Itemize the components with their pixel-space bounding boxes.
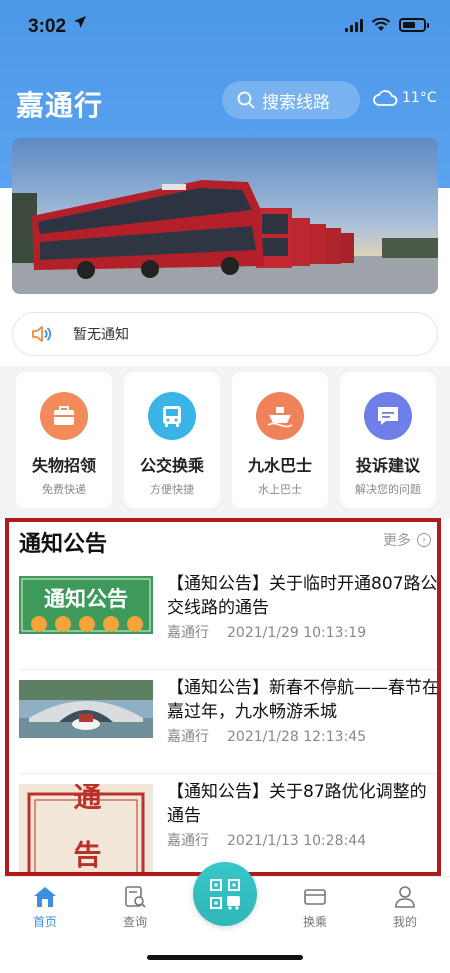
complaint-card[interactable]: 投诉建议 解决您的问题 — [340, 372, 436, 508]
ship-icon — [256, 392, 304, 440]
search-placeholder: 搜索线路 — [262, 92, 330, 113]
announcement-thumbnail: 通告 — [19, 784, 153, 876]
home-indicator — [147, 955, 303, 960]
announcement-datetime: 2021/1/13 10:28:44 — [227, 833, 367, 849]
announcement-thumbnail — [19, 680, 153, 738]
bus-transfer-card[interactable]: 公交换乘 方便快捷 — [124, 372, 220, 508]
cloud-icon — [373, 90, 398, 106]
announcement-thumbnail: 通知公告 — [19, 576, 153, 634]
card-icon — [304, 889, 326, 905]
notice-bar[interactable]: 暂无通知 — [12, 312, 438, 356]
app-title: 嘉通行 — [16, 89, 104, 122]
card-title: 投诉建议 — [355, 456, 420, 475]
temperature: 11°C — [402, 90, 437, 106]
water-bus-card[interactable]: 九水巴士 水上巴士 — [232, 372, 328, 508]
announcement-meta: 嘉通行 2021/1/28 12:13:45 — [167, 726, 366, 746]
card-subtitle: 解决您的问题 — [355, 483, 421, 496]
status-time: 3:02 — [28, 16, 67, 37]
scan-qr-button[interactable] — [193, 862, 257, 926]
search-bar[interactable]: 搜索线路 — [222, 81, 360, 119]
bus-icon — [148, 392, 196, 440]
announcement-item[interactable]: 通告 【通知公告】关于87路优化调整的通告 嘉通行 2021/1/13 10:28… — [19, 774, 437, 876]
status-bar: 3:02 — [0, 0, 450, 52]
document-search-icon — [125, 886, 146, 908]
bag-icon — [40, 392, 88, 440]
thumb-text: 通知公告 — [44, 587, 128, 611]
tab-label: 换乘 — [302, 915, 327, 929]
announcement-item[interactable]: 【通知公告】新春不停航——春节在嘉过年，九水畅游禾城 嘉通行 2021/1/28 … — [19, 670, 437, 774]
announcement-datetime: 2021/1/29 10:13:19 — [227, 625, 367, 641]
announcement-meta: 嘉通行 2021/1/13 10:28:44 — [167, 830, 366, 850]
tab-transfer[interactable]: 换乘 — [280, 885, 350, 930]
card-subtitle: 方便快捷 — [150, 483, 194, 496]
card-subtitle: 水上巴士 — [258, 483, 302, 496]
banner-image[interactable] — [12, 138, 438, 294]
speaker-icon — [32, 326, 52, 342]
lost-and-found-card[interactable]: 失物招领 免费快递 — [16, 372, 112, 508]
announcements-section: 通知公告 更多 › 通知公告 【通知公告】关于临时开通807路公交线路的通告 嘉… — [5, 518, 441, 876]
announcement-datetime: 2021/1/28 12:13:45 — [227, 729, 367, 745]
card-title: 失物招领 — [31, 456, 96, 475]
cellular-signal-icon — [345, 18, 363, 32]
more-link[interactable]: 更多 › — [383, 530, 431, 550]
announcement-source: 嘉通行 — [167, 729, 209, 745]
tab-query[interactable]: 查询 — [100, 885, 170, 930]
tab-mine[interactable]: 我的 — [370, 885, 440, 930]
chevron-right-icon: › — [417, 533, 431, 547]
thumb-text: 通告 — [70, 784, 103, 876]
tab-label: 我的 — [392, 915, 417, 929]
announcement-source: 嘉通行 — [167, 625, 209, 641]
status-icons — [345, 18, 429, 32]
tab-label: 查询 — [122, 915, 147, 929]
card-title: 公交换乘 — [139, 456, 204, 475]
user-icon — [395, 886, 415, 908]
tab-home[interactable]: 首页 — [10, 885, 80, 930]
weather-widget[interactable]: 11°C — [372, 88, 437, 108]
tab-label: 首页 — [32, 915, 57, 929]
battery-icon — [399, 18, 429, 32]
wifi-icon — [371, 18, 391, 31]
search-icon — [237, 91, 255, 109]
home-icon — [34, 887, 56, 907]
card-subtitle: 免费快递 — [42, 483, 86, 496]
qr-bus-icon — [210, 879, 240, 910]
announcement-item[interactable]: 通知公告 【通知公告】关于临时开通807路公交线路的通告 嘉通行 2021/1/2… — [19, 566, 437, 670]
chat-icon — [364, 392, 412, 440]
location-arrow-icon — [73, 14, 87, 33]
announcement-source: 嘉通行 — [167, 833, 209, 849]
section-title: 通知公告 — [19, 532, 108, 557]
announcement-title: 【通知公告】关于临时开通807路公交线路的通告 — [167, 574, 438, 618]
notice-text: 暂无通知 — [73, 327, 129, 343]
announcement-meta: 嘉通行 2021/1/29 10:13:19 — [167, 622, 366, 642]
card-title: 九水巴士 — [247, 456, 312, 475]
announcement-title: 【通知公告】新春不停航——春节在嘉过年，九水畅游禾城 — [167, 678, 439, 722]
more-label: 更多 — [383, 533, 411, 549]
announcement-title: 【通知公告】关于87路优化调整的通告 — [167, 782, 427, 826]
